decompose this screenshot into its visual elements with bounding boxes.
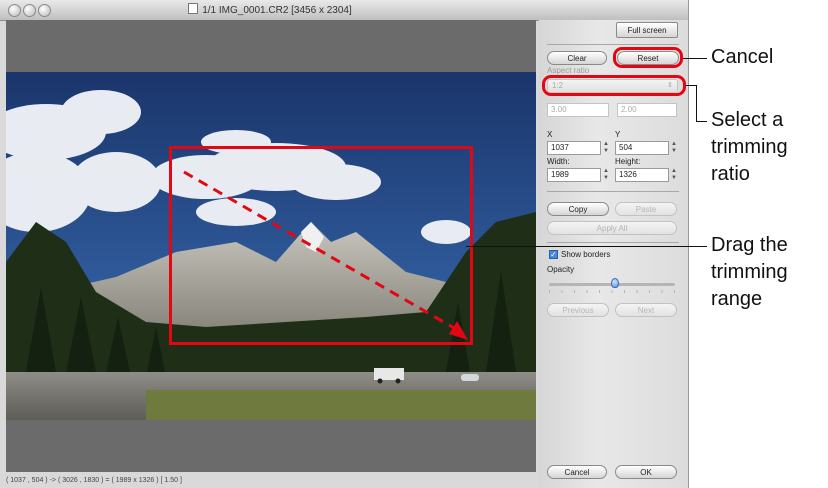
- ratio-height-field[interactable]: 2.00: [617, 103, 677, 117]
- cancel-callout-line: [683, 58, 707, 59]
- ratio-callout-line-h2: [696, 121, 707, 122]
- show-borders-label: Show borders: [561, 250, 611, 259]
- grass: [146, 390, 536, 420]
- apply-all-button[interactable]: Apply All: [547, 221, 677, 235]
- window-title: 1/1 IMG_0001.CR2 [3456 x 2304]: [0, 3, 540, 16]
- divider: [547, 191, 679, 192]
- ratio-callout-1: Select a: [711, 109, 784, 131]
- ratio-callout-2: trimming: [711, 136, 788, 158]
- drag-callout-1: Drag the: [711, 234, 788, 256]
- y-label: Y: [615, 130, 621, 139]
- ratio-callout-line-v: [696, 85, 697, 122]
- aspect-ratio-highlight: [542, 75, 686, 96]
- ratio-callout-3: ratio: [711, 163, 750, 185]
- width-field[interactable]: 1989: [547, 168, 601, 182]
- show-borders-checkbox[interactable]: ✓: [549, 250, 558, 259]
- y-stepper-icon[interactable]: ▲ ▼: [670, 141, 678, 155]
- drag-callout-line: [466, 246, 707, 247]
- x-stepper-icon[interactable]: ▲ ▼: [602, 141, 610, 155]
- x-field[interactable]: 1037: [547, 141, 601, 155]
- x-label: X: [547, 130, 553, 139]
- document-icon: [188, 3, 199, 14]
- copy-button[interactable]: Copy: [547, 202, 609, 216]
- car: [461, 374, 479, 381]
- clear-button[interactable]: Clear: [547, 51, 607, 65]
- ratio-width-field[interactable]: 3.00: [547, 103, 609, 117]
- divider: [547, 44, 679, 45]
- coordinates-status: ( 1037 , 504 ) -> ( 3026 , 1830 ) = ( 19…: [6, 477, 182, 484]
- height-label: Height:: [615, 157, 641, 166]
- canvas-margin-bottom: [6, 420, 536, 472]
- trimming-window: 1/1 IMG_0001.CR2 [3456 x 2304] (1037 , …: [0, 0, 689, 488]
- width-label: Width:: [547, 157, 570, 166]
- drag-callout-2: trimming: [711, 261, 788, 283]
- title-bar: 1/1 IMG_0001.CR2 [3456 x 2304]: [0, 0, 688, 21]
- image-canvas[interactable]: [6, 20, 536, 472]
- window-title-text: 1/1 IMG_0001.CR2 [3456 x 2304]: [202, 5, 352, 16]
- full-screen-button[interactable]: Full screen: [616, 22, 678, 38]
- drag-callout-3: range: [711, 288, 763, 310]
- cancel-callout: Cancel: [711, 46, 774, 68]
- opacity-slider-ticks: [549, 290, 675, 293]
- height-field[interactable]: 1326: [615, 168, 669, 182]
- aspect-ratio-label: Aspect ratio: [547, 66, 590, 75]
- opacity-slider-thumb[interactable]: [610, 278, 619, 288]
- ok-button[interactable]: OK: [615, 465, 677, 479]
- reset-highlight: [613, 47, 683, 68]
- paste-button[interactable]: Paste: [615, 202, 677, 216]
- next-button[interactable]: Next: [615, 303, 677, 317]
- width-stepper-icon[interactable]: ▲ ▼: [602, 168, 610, 182]
- y-field[interactable]: 504: [615, 141, 669, 155]
- ratio-callout-line-h1: [686, 85, 696, 86]
- trimming-range-frame[interactable]: [169, 146, 473, 345]
- previous-button[interactable]: Previous: [547, 303, 609, 317]
- canvas-margin-top: [6, 20, 536, 72]
- divider: [547, 242, 679, 243]
- cancel-button[interactable]: Cancel: [547, 465, 607, 479]
- opacity-label: Opacity: [547, 265, 575, 274]
- height-stepper-icon[interactable]: ▲ ▼: [670, 168, 678, 182]
